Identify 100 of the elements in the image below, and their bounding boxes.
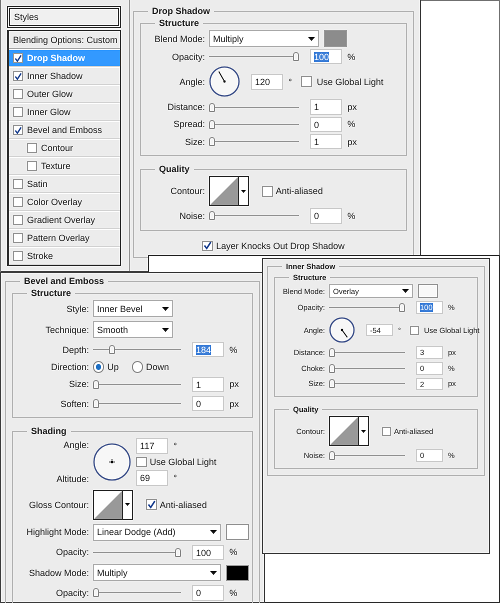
unit-label: % xyxy=(347,52,356,62)
value-field[interactable]: 117 xyxy=(136,438,168,454)
field-label: Spread: xyxy=(172,119,205,130)
unit-label: px xyxy=(347,102,357,112)
group-title: Structure xyxy=(30,288,72,298)
value-field[interactable]: 0 xyxy=(192,396,224,412)
field-label: Noise: xyxy=(178,210,205,221)
slider-thumb[interactable] xyxy=(209,102,215,112)
checkbox[interactable] xyxy=(13,89,23,99)
caret-icon xyxy=(361,430,366,433)
checkbox[interactable] xyxy=(13,179,23,189)
list-item[interactable]: Stroke xyxy=(9,247,120,265)
checkbox[interactable] xyxy=(410,326,419,334)
checkbox-label: Use Global Light xyxy=(316,76,384,87)
checkbox[interactable] xyxy=(27,161,37,171)
slider-thumb[interactable] xyxy=(209,211,215,220)
dropdown[interactable]: Linear Dodge (Add) xyxy=(93,524,221,541)
value-field[interactable]: 100 xyxy=(192,544,224,560)
angle-dial[interactable] xyxy=(329,317,355,343)
checkbox[interactable] xyxy=(13,125,23,135)
color-swatch[interactable] xyxy=(226,524,250,540)
caret-icon xyxy=(402,289,409,294)
field-label: Size: xyxy=(68,379,89,390)
field-label: Opacity: xyxy=(54,588,89,598)
slider-thumb[interactable] xyxy=(109,345,116,354)
color-swatch[interactable] xyxy=(226,564,250,581)
checkbox[interactable] xyxy=(146,499,157,510)
value-field[interactable]: 69 xyxy=(136,470,168,486)
dropdown[interactable]: Multiply xyxy=(93,564,221,582)
slider-thumb[interactable] xyxy=(93,380,99,389)
checkbox[interactable] xyxy=(13,251,23,261)
list-item[interactable]: Inner Shadow xyxy=(9,67,120,85)
checkbox[interactable] xyxy=(136,456,147,468)
slider-thumb[interactable] xyxy=(399,303,405,312)
field-label: Contour: xyxy=(169,186,205,196)
slider-thumb[interactable] xyxy=(329,348,335,357)
checkbox[interactable] xyxy=(27,143,37,153)
list-item[interactable]: Color Overlay xyxy=(9,193,120,211)
dropdown[interactable]: Multiply xyxy=(209,30,319,48)
checkbox[interactable] xyxy=(382,426,391,436)
field-label: Style: xyxy=(65,304,89,314)
slider-thumb[interactable] xyxy=(329,364,335,373)
field-label: Depth: xyxy=(61,344,89,355)
checkbox[interactable] xyxy=(13,215,23,225)
unit-label: px xyxy=(347,136,357,147)
value-field[interactable]: 184 xyxy=(192,342,224,358)
caret-icon xyxy=(162,328,169,332)
value-field[interactable]: 100 xyxy=(310,49,342,64)
slider-thumb[interactable] xyxy=(175,548,181,557)
dropdown[interactable]: Inner Bevel xyxy=(93,300,173,318)
field-label: Technique: xyxy=(44,324,89,335)
list-item[interactable]: Pattern Overlay xyxy=(9,229,120,247)
caret-icon xyxy=(241,190,246,193)
contour-picker[interactable] xyxy=(209,176,249,206)
value-field[interactable]: 120 xyxy=(251,74,284,90)
radio-button[interactable] xyxy=(93,361,104,373)
radio-button[interactable] xyxy=(132,361,144,373)
radio-label: Up xyxy=(107,362,119,372)
checkbox[interactable] xyxy=(13,197,23,207)
unit-label: % xyxy=(229,344,238,355)
panel-header: Styles xyxy=(7,6,121,28)
checkbox[interactable] xyxy=(13,71,23,81)
color-swatch[interactable] xyxy=(324,30,348,47)
dropdown[interactable]: Smooth xyxy=(93,321,173,338)
slider-thumb[interactable] xyxy=(329,379,335,388)
slider-thumb[interactable] xyxy=(93,399,99,408)
checkbox[interactable] xyxy=(13,107,23,117)
slider-thumb[interactable] xyxy=(209,120,215,129)
value-field[interactable]: 1 xyxy=(310,99,342,115)
list-item[interactable]: Contour xyxy=(9,139,120,157)
value-field[interactable]: 1 xyxy=(192,376,224,392)
slider-thumb[interactable] xyxy=(209,137,215,146)
slider-thumb[interactable] xyxy=(93,588,99,598)
checkbox[interactable] xyxy=(13,233,23,243)
checkbox[interactable] xyxy=(262,186,273,197)
list-item[interactable]: Texture xyxy=(9,157,120,175)
list-item[interactable]: Gradient Overlay xyxy=(9,211,120,229)
list-item[interactable]: Inner Glow xyxy=(9,103,120,121)
contour-picker[interactable] xyxy=(93,490,133,520)
value-field[interactable]: 0 xyxy=(310,116,342,132)
value-field[interactable]: 0 xyxy=(310,208,342,224)
slider-thumb[interactable] xyxy=(329,451,335,460)
slider-thumb[interactable] xyxy=(293,52,299,62)
list-item[interactable]: Bevel and Emboss xyxy=(9,121,120,139)
unit-label: % xyxy=(229,588,238,598)
value-field[interactable]: 0 xyxy=(192,585,224,600)
field-label: Angle: xyxy=(178,76,205,87)
radio-label: Down xyxy=(146,362,170,372)
field-label: Size: xyxy=(184,136,205,147)
value-field[interactable]: 1 xyxy=(310,134,342,150)
angle-dial[interactable] xyxy=(209,66,240,98)
checkbox[interactable] xyxy=(13,53,23,63)
field-label: Direction: xyxy=(50,362,89,372)
list-item[interactable]: Satin xyxy=(9,175,120,193)
list-item[interactable]: Outer Glow xyxy=(9,85,120,103)
checkbox[interactable] xyxy=(202,240,214,252)
angle-dial[interactable] xyxy=(93,443,131,482)
color-swatch[interactable] xyxy=(418,284,438,298)
checkbox[interactable] xyxy=(301,76,312,88)
contour-picker[interactable] xyxy=(329,416,369,446)
